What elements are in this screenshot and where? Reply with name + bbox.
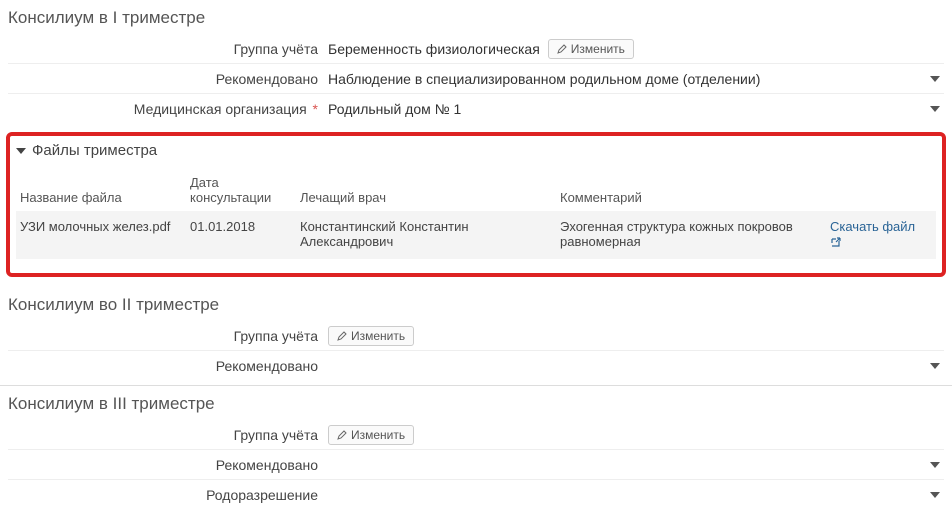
cell-date: 01.01.2018 [186,211,296,259]
value-group: Беременность физиологическая Изменить [328,39,944,59]
chevron-down-icon [930,106,940,112]
medorg-label-text: Медицинская организация [134,101,307,117]
col-name: Название файла [16,169,186,211]
row-group: Группа учёта Беременность физиологическа… [8,36,944,64]
label-recommended-3: Рекомендовано [8,457,328,473]
medorg-select[interactable]: Родильный дом № 1 [328,99,944,119]
label-recommended: Рекомендовано [8,71,328,87]
edit-group-button-3[interactable]: Изменить [328,425,414,445]
row-delivery: Родоразрешение [8,482,944,510]
label-group-2: Группа учёта [8,328,328,344]
pencil-icon [557,44,567,54]
required-mark: * [307,101,318,117]
pencil-icon [337,430,347,440]
files-header-text: Файлы триместра [32,142,157,159]
edit-group-button[interactable]: Изменить [548,39,634,59]
row-group-2: Группа учёта Изменить [8,323,944,351]
group-value-text: Беременность физиологическая [328,39,540,59]
section-consilium-1: Консилиум в I триместре Группа учёта Бер… [0,0,952,128]
row-recommended-2: Рекомендовано [8,353,944,381]
cell-doctor: Константинский Константин Александрович [296,211,556,259]
cell-download: Скачать файл [826,211,936,259]
value-group-3: Изменить [328,425,944,445]
label-delivery: Родоразрешение [8,487,328,503]
edit-group-button-2[interactable]: Изменить [328,326,414,346]
edit-group-label-3: Изменить [351,428,405,442]
chevron-down-icon [930,363,940,369]
label-group: Группа учёта [8,41,328,57]
label-recommended-2: Рекомендовано [8,358,328,374]
cell-name: УЗИ молочных желез.pdf [16,211,186,259]
label-medorg: Медицинская организация * [8,101,328,117]
recommended-select[interactable]: Наблюдение в специализированном родильно… [328,69,944,89]
row-medorg: Медицинская организация * Родильный дом … [8,96,944,124]
chevron-down-icon [930,462,940,468]
row-group-3: Группа учёта Изменить [8,422,944,450]
table-row: УЗИ молочных желез.pdf 01.01.2018 Конста… [16,211,936,259]
recommended-value-text: Наблюдение в специализированном родильно… [328,69,760,89]
row-recommended: Рекомендовано Наблюдение в специализиров… [8,66,944,94]
col-doctor: Лечащий врач [296,169,556,211]
section-title-consilium-1: Консилиум в I триместре [8,4,944,34]
section-consilium-2: Консилиум во II триместре Группа учёта И… [0,287,952,385]
row-recommended-3: Рекомендовано [8,452,944,480]
section-title-consilium-3: Консилиум в III триместре [8,390,944,420]
col-download [826,169,936,211]
medorg-value-text: Родильный дом № 1 [328,99,461,119]
section-title-consilium-2: Консилиум во II триместре [8,291,944,321]
value-group-2: Изменить [328,326,944,346]
label-group-3: Группа учёта [8,427,328,443]
external-link-icon [830,236,841,251]
download-link[interactable]: Скачать файл [830,219,915,251]
cell-comment: Эхогенная структура кожных покровов равн… [556,211,826,259]
chevron-down-icon [930,76,940,82]
files-panel: Файлы триместра Название файла Дата конс… [6,132,946,277]
pencil-icon [337,331,347,341]
col-date: Дата консультации [186,169,296,211]
edit-group-label: Изменить [571,42,625,56]
section-consilium-3: Консилиум в III триместре Группа учёта И… [0,386,952,514]
col-comment: Комментарий [556,169,826,211]
chevron-down-icon [930,492,940,498]
download-link-text: Скачать файл [830,219,915,234]
edit-group-label-2: Изменить [351,329,405,343]
files-table: Название файла Дата консультации Лечащий… [16,169,936,259]
files-header[interactable]: Файлы триместра [16,140,936,169]
chevron-down-icon [16,148,26,154]
